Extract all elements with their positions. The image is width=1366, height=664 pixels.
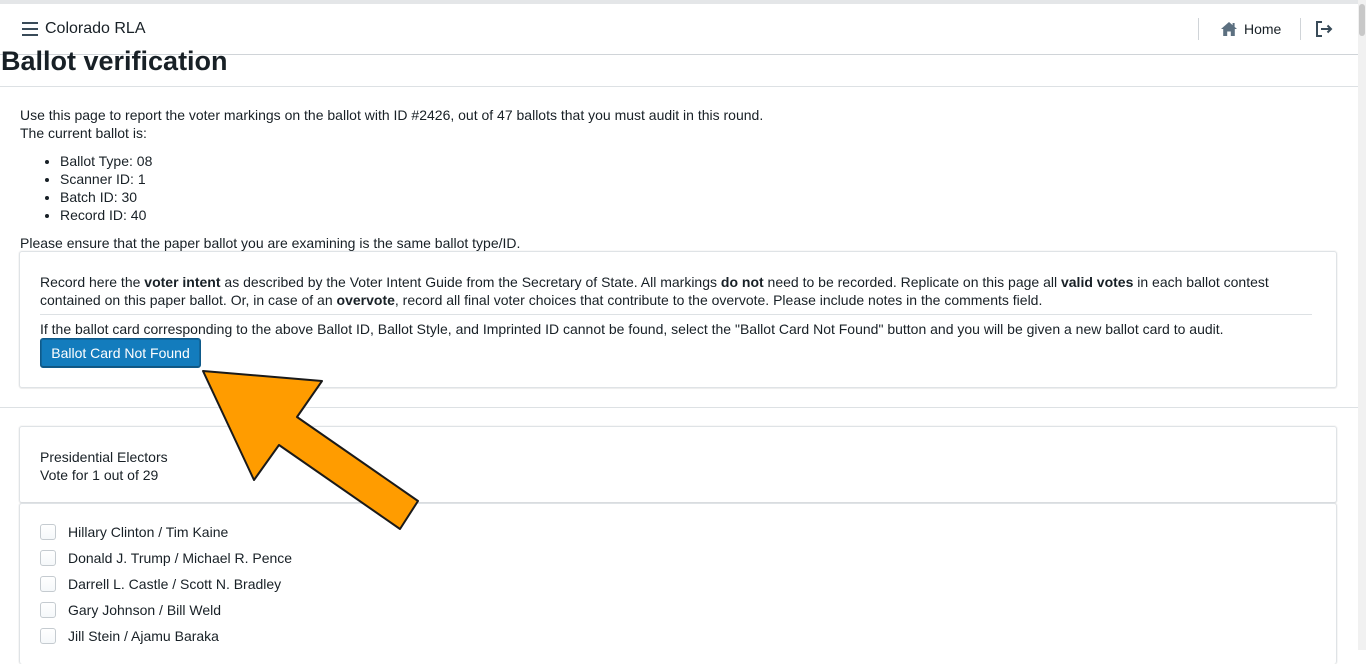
ensure-text: Please ensure that the paper ballot you … <box>20 235 521 251</box>
choice-checkbox[interactable]: Donald J. Trump / Michael R. Pence <box>40 548 292 568</box>
app-title: Colorado RLA <box>45 20 146 37</box>
scrollbar[interactable] <box>1358 0 1366 650</box>
divider <box>0 86 1358 87</box>
choice-label: Darrell L. Castle / Scott N. Bradley <box>68 576 282 592</box>
checkbox[interactable] <box>40 628 56 644</box>
not-found-instructions: If the ballot card corresponding to the … <box>40 321 1224 337</box>
home-icon <box>1221 22 1237 36</box>
nav-divider <box>1198 18 1199 40</box>
choice-checkbox[interactable]: Darrell L. Castle / Scott N. Bradley <box>40 574 281 594</box>
choice-label: Jill Stein / Ajamu Baraka <box>68 628 219 644</box>
checkbox[interactable] <box>40 602 56 618</box>
ballot-type: Ballot Type: 08 <box>60 152 1340 170</box>
intro-text: Use this page to report the voter markin… <box>20 107 764 123</box>
choice-checkbox[interactable]: Jill Stein / Ajamu Baraka <box>40 626 219 646</box>
contest-vote-rule: Vote for 1 out of 29 <box>40 467 159 483</box>
current-ballot-label: The current ballot is: <box>20 125 147 141</box>
ballot-card-not-found-button[interactable]: Ballot Card Not Found <box>40 338 201 368</box>
choice-checkbox[interactable]: Hillary Clinton / Tim Kaine <box>40 522 228 542</box>
checkbox[interactable] <box>40 576 56 592</box>
contest-choices-card: Hillary Clinton / Tim Kaine Donald J. Tr… <box>19 503 1337 664</box>
divider <box>40 314 1312 315</box>
instructions-card: Record here the voter intent as describe… <box>19 251 1337 388</box>
ballot-details-list: Ballot Type: 08 Scanner ID: 1 Batch ID: … <box>20 152 1340 224</box>
contest-name: Presidential Electors <box>40 449 168 465</box>
batch-id: Batch ID: 30 <box>60 188 1340 206</box>
choice-label: Gary Johnson / Bill Weld <box>68 602 222 618</box>
divider <box>0 407 1358 408</box>
nav-divider <box>1300 18 1301 40</box>
ballot-intro: Use this page to report the voter markin… <box>20 106 1340 252</box>
record-id: Record ID: 40 <box>60 206 1340 224</box>
choice-label: Hillary Clinton / Tim Kaine <box>68 524 229 540</box>
home-button[interactable]: Home <box>1216 14 1285 44</box>
log-out-button[interactable] <box>1314 19 1336 41</box>
checkbox[interactable] <box>40 524 56 540</box>
scanner-id: Scanner ID: 1 <box>60 170 1340 188</box>
checkbox[interactable] <box>40 550 56 566</box>
log-out-icon <box>1316 21 1333 37</box>
menu-icon[interactable] <box>22 22 38 36</box>
choice-checkbox[interactable]: Gary Johnson / Bill Weld <box>40 600 221 620</box>
voter-intent-instructions: Record here the voter intent as describe… <box>40 274 1269 308</box>
scrollbar-thumb[interactable] <box>1359 4 1365 36</box>
home-label: Home <box>1244 21 1282 37</box>
choice-label: Donald J. Trump / Michael R. Pence <box>68 550 293 566</box>
contest-header-card: Presidential Electors Vote for 1 out of … <box>19 426 1337 503</box>
page-title: Ballot verification <box>1 46 228 76</box>
